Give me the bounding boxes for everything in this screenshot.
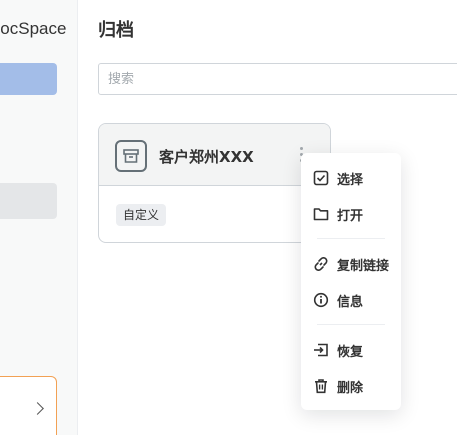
room-type-tag[interactable]: 自定义	[116, 204, 167, 226]
menu-item-info[interactable]: 信息	[301, 282, 401, 318]
sidebar-primary-button[interactable]	[0, 63, 57, 95]
menu-item-copy-link[interactable]: 复制链接	[301, 246, 401, 282]
context-menu: 选择 打开 复制链接 信息 恢复 删除	[301, 153, 401, 410]
sidebar: DocSpace	[0, 0, 78, 435]
sidebar-item-archive[interactable]	[0, 183, 57, 219]
trash-icon	[313, 378, 329, 394]
brand-name: DocSpace	[0, 19, 67, 38]
archive-room-icon	[115, 140, 147, 172]
chevron-right-icon[interactable]	[31, 402, 44, 415]
room-card[interactable]: 客户郑州XXX 自定义	[98, 123, 331, 243]
menu-item-delete[interactable]: 删除	[301, 368, 401, 404]
menu-divider	[317, 324, 385, 325]
restore-icon	[313, 342, 329, 358]
room-title[interactable]: 客户郑州XXX	[159, 146, 254, 167]
menu-divider	[317, 238, 385, 239]
info-icon	[313, 292, 329, 308]
menu-item-label: 信息	[337, 294, 364, 310]
link-icon	[313, 256, 329, 272]
search-input[interactable]	[98, 63, 457, 95]
room-card-header: 客户郑州XXX	[99, 124, 330, 186]
folder-icon	[313, 206, 329, 222]
menu-item-label: 选择	[337, 172, 364, 188]
sidebar-expand-panel[interactable]	[0, 376, 57, 435]
check-square-icon	[313, 170, 329, 186]
menu-item-select[interactable]: 选择	[301, 160, 401, 196]
menu-item-label: 恢复	[337, 344, 364, 360]
menu-item-label: 删除	[337, 380, 364, 396]
menu-item-label: 打开	[337, 208, 364, 224]
page-title: 归档	[98, 20, 134, 41]
menu-item-label: 复制链接	[337, 258, 390, 274]
menu-item-open[interactable]: 打开	[301, 196, 401, 232]
menu-item-restore[interactable]: 恢复	[301, 332, 401, 368]
